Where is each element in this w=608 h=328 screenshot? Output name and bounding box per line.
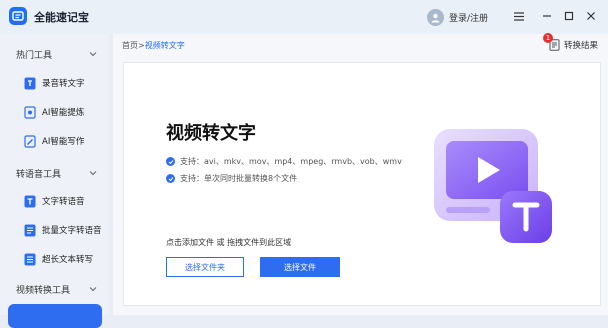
section-title-hot-tools: 热门工具 xyxy=(16,51,53,61)
conversion-results-button[interactable]: 1 转换结果 xyxy=(543,33,599,51)
main-panel: 首页>视频转文字 1 转换结果 视频转文字 支持：avi、mkv、mov、mp4… xyxy=(113,33,608,315)
check-icon xyxy=(166,157,175,166)
pen-icon xyxy=(24,135,36,148)
support-batch: 支持：单次同时批量转换8个文件 xyxy=(166,173,297,184)
login-register-label: 登录/注册 xyxy=(449,13,489,24)
text-icon xyxy=(24,195,36,208)
minimize-icon xyxy=(543,15,551,17)
sidebar: 热门工具 录音转文字 AI智能提炼 AI智能写作 转语音工具 文字转语音 批量文… xyxy=(0,34,109,328)
hamburger-icon xyxy=(514,11,524,21)
video-to-text-illustration-icon xyxy=(434,129,552,243)
sidebar-item-audio-to-text[interactable]: 录音转文字 xyxy=(8,71,102,95)
sidebar-item-ai-extract[interactable]: AI智能提炼 xyxy=(8,100,102,124)
check-icon xyxy=(166,174,175,183)
notification-badge: 1 xyxy=(543,33,553,43)
chevron-down-icon[interactable] xyxy=(89,285,97,293)
audio-file-icon xyxy=(24,77,36,90)
app-logo-icon xyxy=(9,7,27,25)
breadcrumb-separator: > xyxy=(138,41,145,50)
drop-hint: 点击添加文件 或 拖拽文件到此区域 xyxy=(166,238,292,247)
support-formats-text: 支持：avi、mkv、mov、mp4、mpeg、rmvb、vob、wmv xyxy=(180,157,402,166)
upload-drop-zone[interactable]: 视频转文字 支持：avi、mkv、mov、mp4、mpeg、rmvb、vob、w… xyxy=(123,62,601,306)
select-file-button[interactable]: 选择文件 xyxy=(260,257,340,277)
long-text-icon xyxy=(24,253,36,266)
sidebar-item-text-to-speech[interactable]: 文字转语音 xyxy=(8,189,102,213)
sidebar-item-long-text[interactable]: 超长文本转写 xyxy=(8,247,102,271)
close-icon xyxy=(587,12,595,20)
user-avatar-icon xyxy=(427,8,444,26)
sidebar-item-ai-writing[interactable]: AI智能写作 xyxy=(8,129,102,153)
batch-icon xyxy=(24,224,36,237)
maximize-button[interactable] xyxy=(562,9,576,23)
support-formats: 支持：avi、mkv、mov、mp4、mpeg、rmvb、vob、wmv xyxy=(166,156,402,167)
maximize-icon xyxy=(564,11,574,21)
app-title: 全能速记宝 xyxy=(34,11,89,24)
menu-button[interactable] xyxy=(512,9,526,23)
page-title: 视频转文字 xyxy=(166,123,256,144)
section-title-tts-tools: 转语音工具 xyxy=(16,170,62,180)
breadcrumb: 首页>视频转文字 xyxy=(122,40,185,51)
breadcrumb-home[interactable]: 首页 xyxy=(122,41,138,50)
section-title-video-tools: 视频转换工具 xyxy=(16,286,71,296)
sidebar-item-video-to-text[interactable] xyxy=(8,304,102,328)
breadcrumb-current: 视频转文字 xyxy=(144,41,185,50)
ai-icon xyxy=(24,106,36,119)
login-register-button[interactable]: 登录/注册 xyxy=(427,8,488,26)
select-folder-button[interactable]: 选择文件夹 xyxy=(166,257,244,277)
chevron-down-icon[interactable] xyxy=(89,169,97,177)
sidebar-item-label: 超长文本转写 xyxy=(42,255,94,265)
sidebar-item-batch-text-to-speech[interactable]: 批量文字转语音 xyxy=(8,218,102,242)
sidebar-item-label: 录音转文字 xyxy=(42,79,85,89)
conversion-results-label: 转换结果 xyxy=(564,41,599,51)
sidebar-item-label: 文字转语音 xyxy=(42,197,85,207)
sidebar-item-label: 批量文字转语音 xyxy=(42,226,102,236)
minimize-button[interactable] xyxy=(540,9,554,23)
support-batch-text: 支持：单次同时批量转换8个文件 xyxy=(180,174,298,183)
title-bar: 全能速记宝 登录/注册 xyxy=(0,0,608,34)
sidebar-item-label: AI智能提炼 xyxy=(42,108,85,118)
sidebar-item-label: AI智能写作 xyxy=(42,137,85,147)
close-button[interactable] xyxy=(584,9,598,23)
chevron-down-icon[interactable] xyxy=(89,50,97,58)
